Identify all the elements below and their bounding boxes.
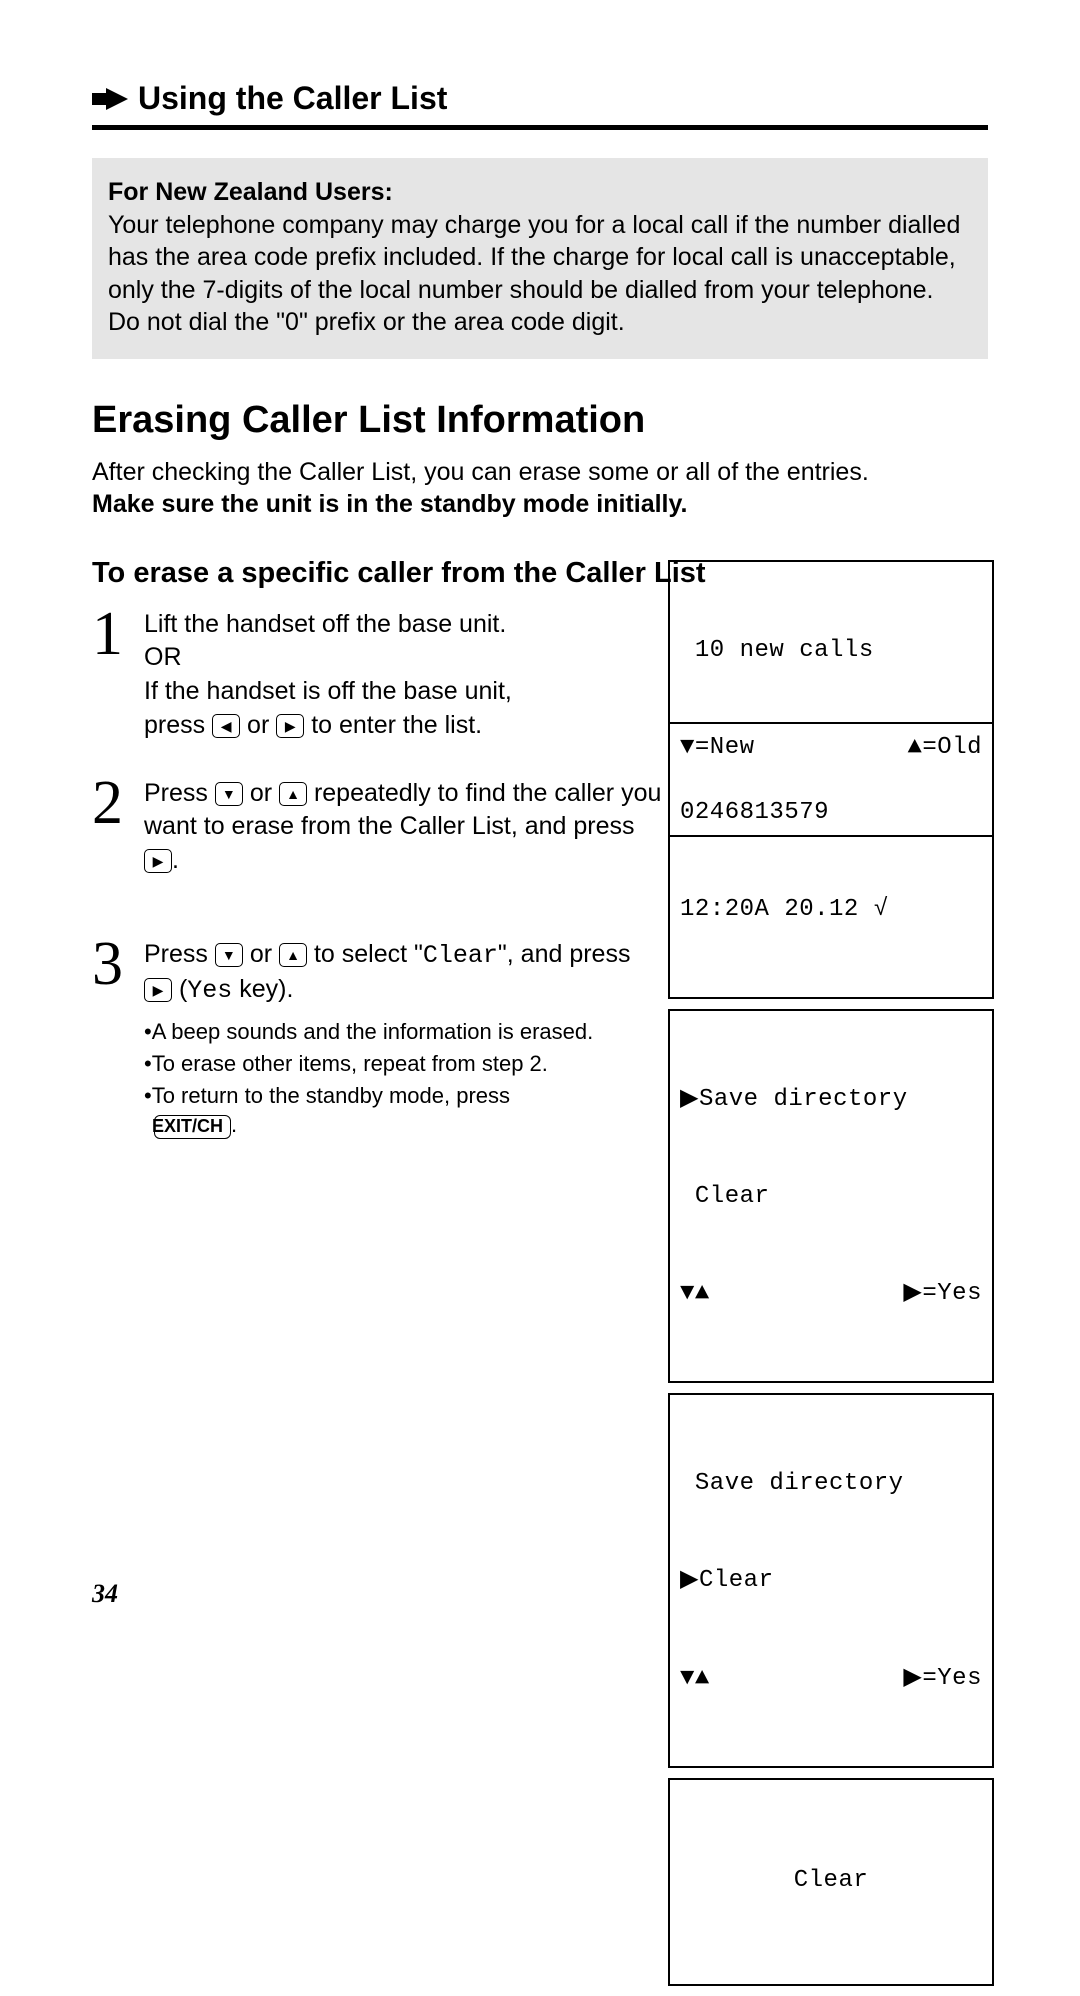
- step2-b: or: [250, 779, 279, 807]
- intro-line-1: After checking the Caller List, you can …: [92, 458, 869, 486]
- note-title: For New Zealand Users:: [108, 176, 972, 209]
- lcd3-row2: Clear: [680, 1181, 982, 1213]
- lcd3-left: ▼▲: [680, 1278, 710, 1310]
- note-body: Your telephone company may charge you fo…: [108, 209, 972, 339]
- bullet-3b: .: [231, 1112, 237, 1137]
- right-arrow-key-icon: ▶: [276, 714, 304, 738]
- lcd3-right: ▶=Yes: [903, 1278, 982, 1310]
- step3-c: to select ": [314, 940, 423, 968]
- clear-literal: Clear: [423, 941, 498, 970]
- yes-literal: Yes: [187, 976, 232, 1005]
- lcd4-right: ▶=Yes: [903, 1663, 982, 1695]
- lcd-display-3: ▶Save directory Clear ▼▲ ▶=Yes: [668, 1009, 994, 1383]
- down-arrow-key-icon: ▼: [215, 943, 243, 967]
- lcd4-row1: Save directory: [680, 1468, 982, 1500]
- intro-line-2: Make sure the unit is in the standby mod…: [92, 490, 687, 518]
- page-number: 34: [92, 1579, 118, 1609]
- step3-b: or: [250, 940, 279, 968]
- lcd5-row1: Clear: [680, 1865, 982, 1897]
- right-arrow-key-icon: ▶: [144, 978, 172, 1002]
- step3-f: key).: [232, 975, 293, 1003]
- lcd2-row2: 12:20A 20.12 √: [680, 894, 982, 926]
- lcd3-row1: ▶Save directory: [680, 1084, 982, 1116]
- step2-a: Press: [144, 779, 215, 807]
- section-title: Erasing Caller List Information: [92, 399, 988, 442]
- lcd-display-4: Save directory ▶Clear ▼▲ ▶=Yes: [668, 1393, 994, 1767]
- up-arrow-key-icon: ▲: [279, 782, 307, 806]
- lcd1-row1: 10 new calls: [680, 635, 982, 667]
- lcd4-row2: ▶Clear: [680, 1565, 982, 1597]
- step1-line3b: press: [144, 711, 212, 739]
- lcd2-row1: 0246813579: [680, 797, 982, 829]
- down-arrow-key-icon: ▼: [215, 782, 243, 806]
- lcd-group-2: 0246813579 12:20A 20.12 √ ▶Save director…: [668, 722, 994, 1996]
- lcd-display-2: 0246813579 12:20A 20.12 √: [668, 722, 994, 999]
- step2-d: .: [172, 846, 179, 874]
- header-title: Using the Caller List: [138, 80, 447, 117]
- exit-ch-key: EXIT/CH: [154, 1115, 231, 1139]
- step1-line3c: or: [247, 711, 276, 739]
- step3-a: Press: [144, 940, 215, 968]
- step1-line3a: If the handset is off the base unit,: [144, 677, 512, 705]
- step3-d: ", and press: [498, 940, 631, 968]
- left-arrow-key-icon: ◀: [212, 714, 240, 738]
- step-number: 3: [92, 938, 130, 991]
- step1-line2: OR: [144, 643, 182, 671]
- bullet-1: •A beep sounds and the information is er…: [144, 1017, 664, 1047]
- up-arrow-key-icon: ▲: [279, 943, 307, 967]
- step-number: 1: [92, 608, 130, 661]
- step-number: 2: [92, 777, 130, 830]
- lcd-display-5: Clear: [668, 1778, 994, 1986]
- note-box: For New Zealand Users: Your telephone co…: [92, 158, 988, 359]
- step1-line3d: to enter the list.: [311, 711, 482, 739]
- step3-bullets: •A beep sounds and the information is er…: [144, 1017, 664, 1140]
- step1-line1: Lift the handset off the base unit.: [144, 610, 506, 638]
- lcd4-left: ▼▲: [680, 1663, 710, 1695]
- bullet-3a: •To return to the standby mode, press: [144, 1083, 510, 1108]
- bullet-2: •To erase other items, repeat from step …: [144, 1049, 664, 1079]
- arrow-right-icon: [92, 88, 128, 110]
- section-header: Using the Caller List: [92, 80, 988, 130]
- right-arrow-key-icon: ▶: [144, 849, 172, 873]
